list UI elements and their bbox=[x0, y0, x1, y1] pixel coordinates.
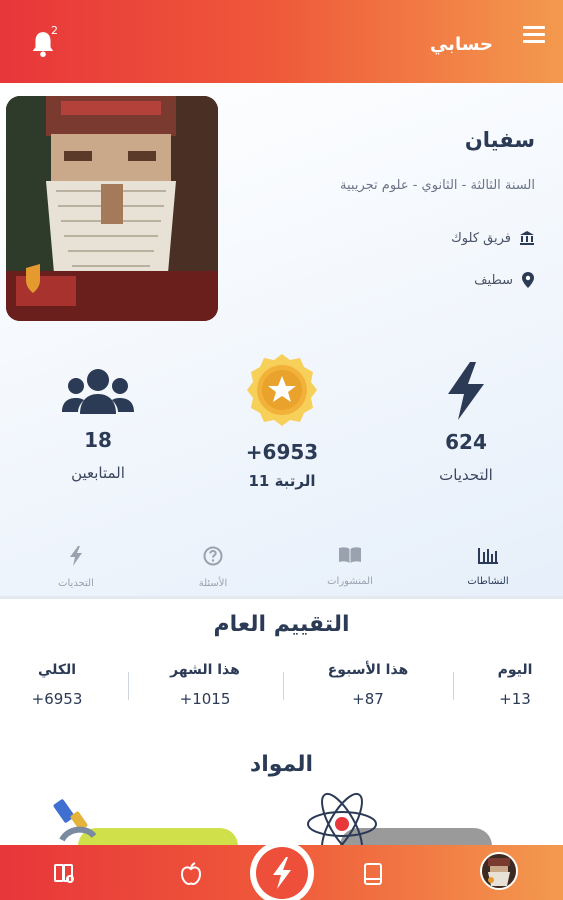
apple-icon[interactable] bbox=[178, 861, 204, 887]
challenges-stat[interactable]: 624 التحديات bbox=[416, 362, 516, 484]
subject-card-physics[interactable] bbox=[300, 792, 500, 852]
rating-month: هذا الشهر +1015 bbox=[150, 662, 260, 708]
rank-stat[interactable]: +6953 الرتبة 11 bbox=[222, 352, 342, 490]
menu-icon[interactable] bbox=[523, 26, 545, 44]
divider bbox=[128, 672, 129, 700]
divider bbox=[283, 672, 284, 700]
followers-label: المتابعين bbox=[71, 464, 125, 482]
tab-label: الأسئلة bbox=[198, 578, 228, 589]
lightning-icon bbox=[273, 857, 291, 889]
tabs-divider bbox=[0, 596, 563, 599]
rating-label: اليوم bbox=[497, 662, 533, 678]
users-group-icon bbox=[62, 369, 134, 414]
tab-questions[interactable]: الأسئلة bbox=[158, 546, 268, 589]
challenge-button[interactable] bbox=[250, 841, 314, 900]
profile-avatar[interactable] bbox=[6, 96, 218, 321]
institution-icon bbox=[520, 231, 534, 245]
notebook-icon[interactable] bbox=[360, 861, 386, 887]
question-icon bbox=[203, 546, 223, 566]
divider bbox=[453, 672, 454, 700]
profile-nav-avatar[interactable] bbox=[480, 852, 518, 890]
rating-value: +1015 bbox=[179, 690, 231, 708]
subjects-title: المواد bbox=[249, 752, 314, 777]
library-icon[interactable] bbox=[52, 861, 78, 887]
rating-week: هذا الأسبوع +87 bbox=[313, 662, 423, 708]
profile-tabs: النشاطات المنشورات الأسئلة التحديات bbox=[0, 540, 563, 596]
location-pin-icon bbox=[522, 272, 534, 288]
page-title: حسابي bbox=[429, 34, 493, 55]
lightning-icon bbox=[70, 546, 82, 566]
rating-value: +6953 bbox=[31, 690, 83, 708]
tab-activities[interactable]: النشاطات bbox=[433, 546, 543, 587]
app-header: 2 حسابي bbox=[0, 0, 563, 83]
tab-label: التحديات bbox=[58, 578, 94, 589]
team-name: فريق كلوك bbox=[451, 230, 511, 246]
user-level: السنة الثالثة - الثانوي - علوم تجريبية bbox=[340, 178, 535, 193]
notification-badge: 2 bbox=[51, 24, 58, 37]
rating-label: الكلي bbox=[37, 662, 77, 678]
rank-label: الرتبة 11 bbox=[248, 472, 316, 490]
team-row[interactable]: فريق كلوك bbox=[451, 230, 535, 246]
user-name: سفيان bbox=[464, 128, 535, 152]
rating-value: +13 bbox=[499, 690, 531, 708]
subject-card-science[interactable] bbox=[50, 792, 250, 852]
tab-posts[interactable]: المنشورات bbox=[295, 546, 405, 587]
city-row: سطيف bbox=[474, 272, 535, 288]
challenges-count: 624 bbox=[445, 430, 487, 454]
followers-stat[interactable]: 18 المتابعين bbox=[48, 366, 148, 482]
tab-label: المنشورات bbox=[327, 576, 373, 587]
lightning-icon bbox=[448, 362, 484, 420]
medal-star-icon bbox=[247, 354, 317, 426]
rating-today: اليوم +13 bbox=[460, 662, 563, 708]
book-open-icon bbox=[339, 547, 361, 563]
tab-label: النشاطات bbox=[467, 576, 509, 587]
rating-value: +87 bbox=[352, 690, 384, 708]
rating-label: هذا الأسبوع bbox=[327, 662, 409, 678]
rating-title: التقييم العام bbox=[213, 612, 350, 637]
rating-total: الكلي +6953 bbox=[2, 662, 112, 708]
city-name: سطيف bbox=[474, 272, 513, 288]
microscope-icon bbox=[53, 799, 97, 842]
followers-count: 18 bbox=[84, 428, 112, 452]
tab-challenges[interactable]: التحديات bbox=[21, 546, 131, 589]
points-total: +6953 bbox=[245, 440, 319, 464]
rating-label: هذا الشهر bbox=[170, 662, 240, 678]
challenges-label: التحديات bbox=[439, 466, 493, 484]
bar-chart-icon bbox=[478, 548, 498, 564]
